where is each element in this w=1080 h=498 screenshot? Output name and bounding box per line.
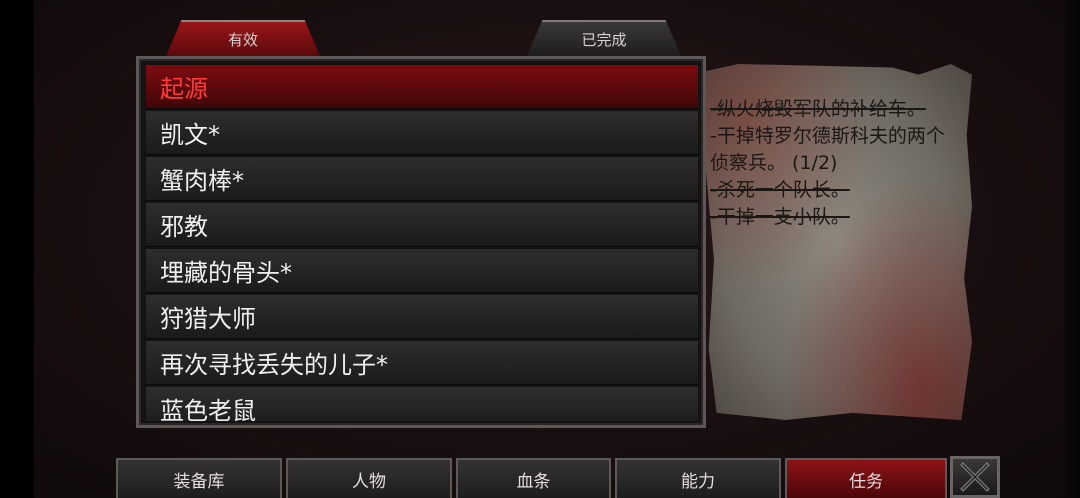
quest-title: 起源 [160,75,208,103]
close-button[interactable] [950,456,1000,498]
quest-title: 蟹肉棒* [160,167,244,195]
objective-line: -干掉特罗尔德斯科夫的两个侦察兵。 (1/2) [710,125,945,174]
nav-inventory-label: 装备库 [173,471,225,492]
objective-line: -纵火烧毁军队的补给车。 [710,98,926,120]
quest-title: 凯文* [160,121,220,149]
quest-item[interactable]: 再次寻找丢失的儿子* [146,341,698,385]
quest-item[interactable]: 蓝色老鼠 [146,387,698,421]
quest-title: 狩猎大师 [160,305,256,333]
nav-quests-label: 任务 [849,471,883,492]
quest-item[interactable]: 蟹肉棒* [146,157,698,201]
close-icon [960,462,990,492]
nav-abilities-button[interactable]: 能力 [615,458,781,498]
quest-objectives: -纵火烧毁军队的补给车。 -干掉特罗尔德斯科夫的两个侦察兵。 (1/2) -杀死… [710,96,946,231]
quest-list[interactable]: 起源 凯文* 蟹肉棒* 邪教 埋藏的骨头* 狩猎大师 再次寻找丢失的儿子* 蓝色… [146,65,698,421]
quest-item[interactable]: 邪教 [146,203,698,247]
nav-quests-button[interactable]: 任务 [785,458,947,498]
nav-abilities-label: 能力 [681,471,715,492]
quest-title: 邪教 [160,213,208,241]
quest-log-screen: 有效 已完成 起源 凯文* 蟹肉棒* 邪教 埋藏的骨头* 狩猎大师 再次寻找丢失… [0,0,1080,498]
objective-line: -杀死一个队长。 [710,179,850,201]
tab-active[interactable]: 有效 [166,20,320,56]
nav-bloodline-button[interactable]: 血条 [456,458,611,498]
nav-bloodline-label: 血条 [516,471,551,492]
quest-item[interactable]: 凯文* [146,111,698,155]
quest-item-origin[interactable]: 起源 [146,65,698,109]
quest-title: 埋藏的骨头* [160,259,292,287]
tab-active-label: 有效 [227,30,258,49]
nav-character-label: 人物 [352,471,386,492]
nav-inventory-button[interactable]: 装备库 [116,458,282,498]
quest-title: 蓝色老鼠 [160,397,256,421]
tab-completed-label: 已完成 [581,30,627,49]
objective-line: -干掉一支小队。 [710,206,850,228]
tab-completed[interactable]: 已完成 [527,20,681,56]
quest-list-panel: 起源 凯文* 蟹肉棒* 邪教 埋藏的骨头* 狩猎大师 再次寻找丢失的儿子* 蓝色… [136,56,706,428]
quest-item[interactable]: 埋藏的骨头* [146,249,698,293]
quest-item[interactable]: 狩猎大师 [146,295,698,339]
quest-title: 再次寻找丢失的儿子* [160,351,388,379]
nav-character-button[interactable]: 人物 [286,458,452,498]
